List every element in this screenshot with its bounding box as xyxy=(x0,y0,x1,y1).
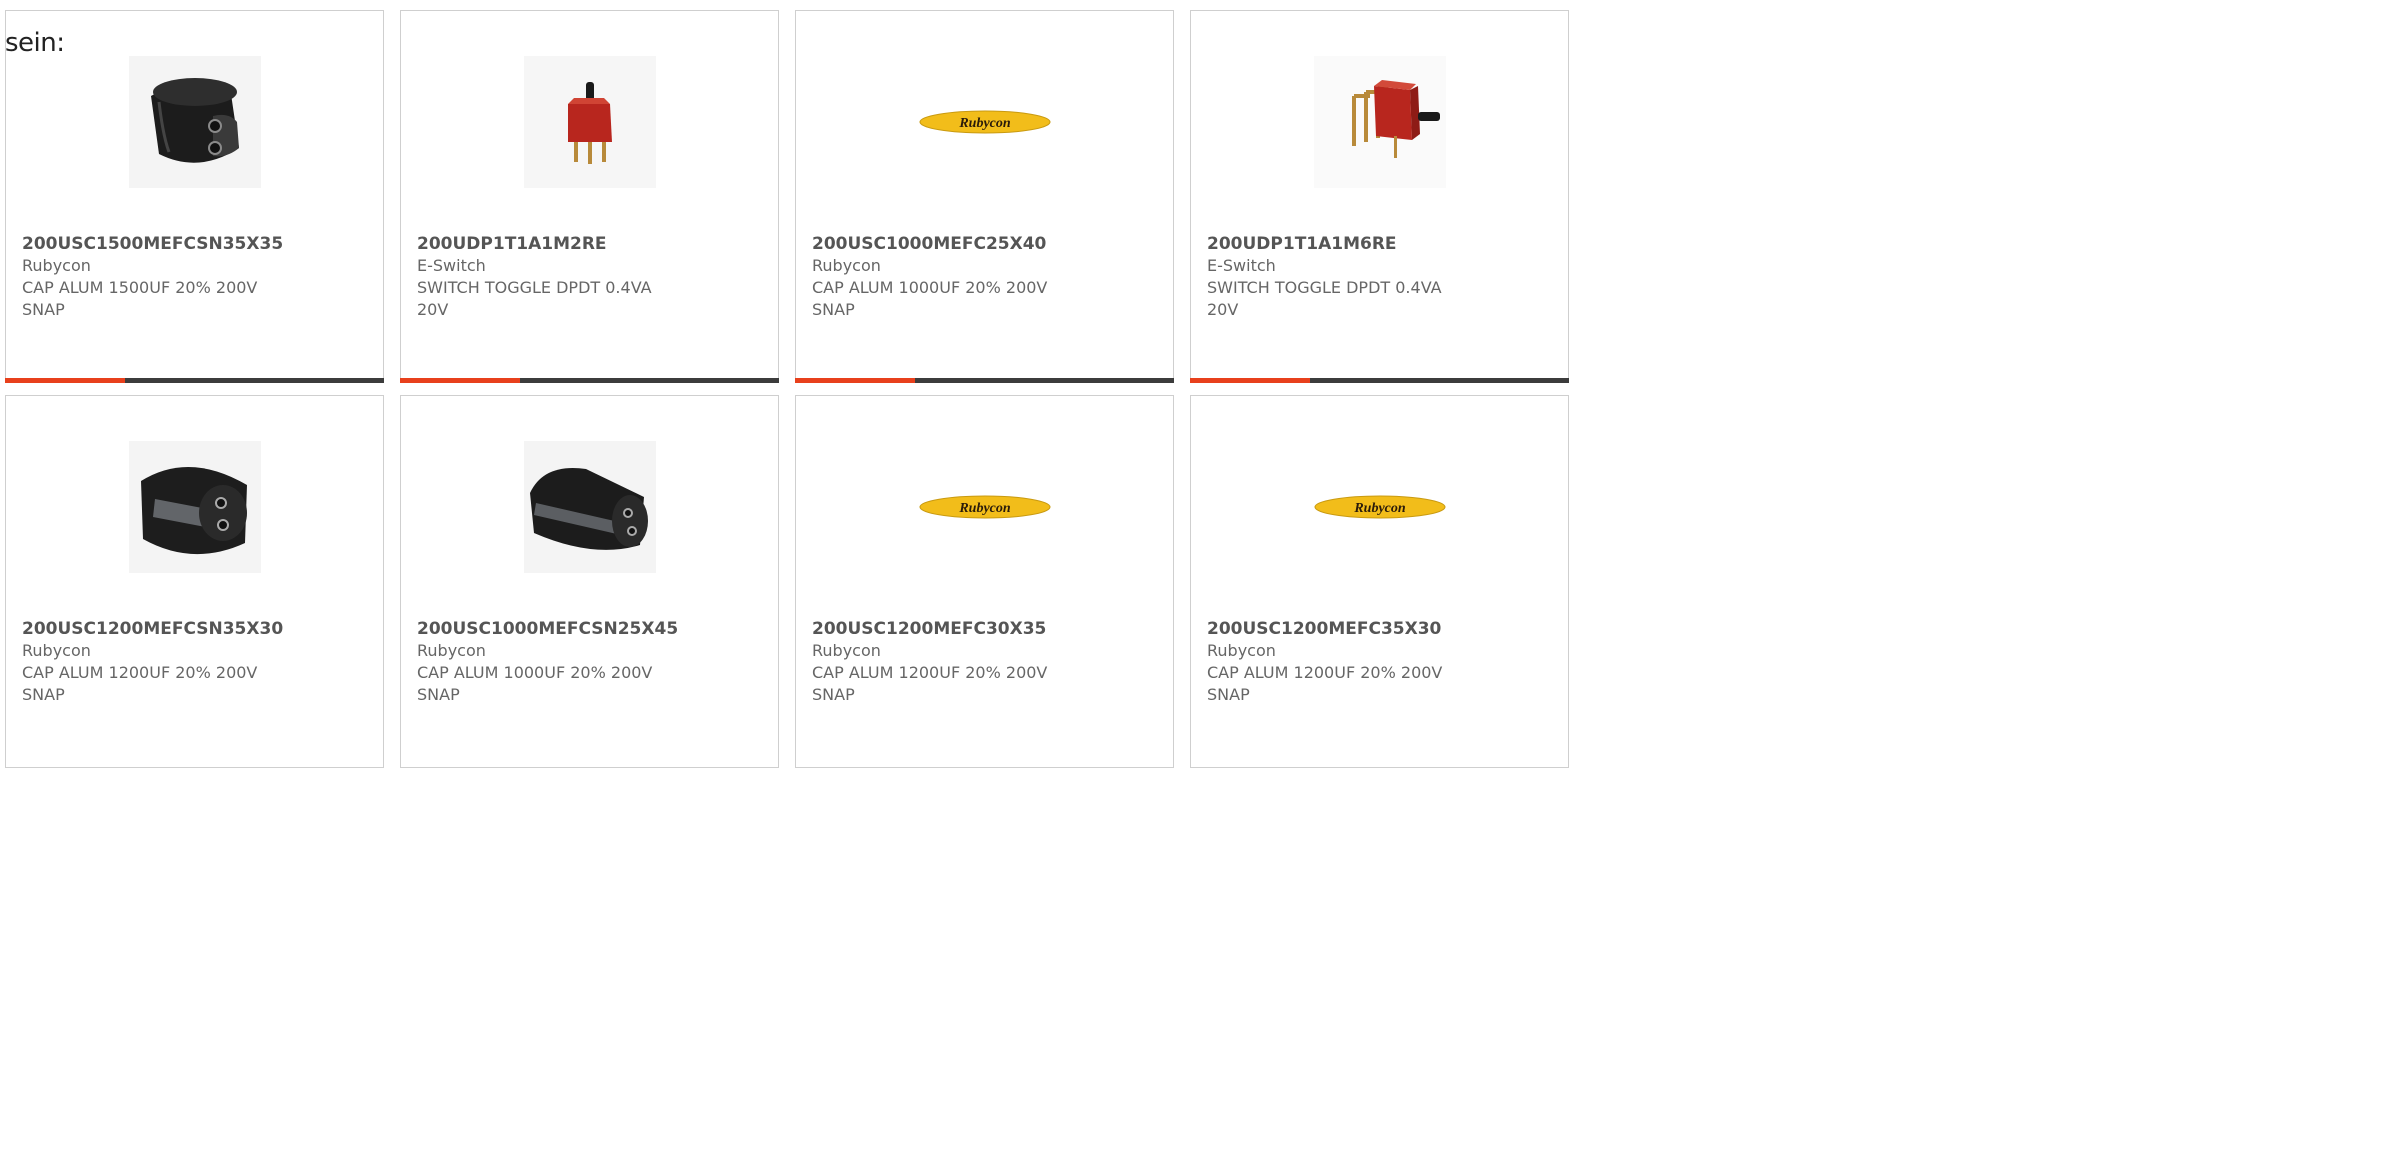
product-image[interactable]: Rubycon xyxy=(919,441,1051,573)
manufacturer: E-Switch xyxy=(417,256,486,275)
part-number[interactable]: 200USC1200MEFCSN35X30 xyxy=(22,618,283,640)
product-image[interactable] xyxy=(128,441,261,573)
product-image[interactable] xyxy=(523,441,656,573)
capacitor-long-icon xyxy=(523,441,656,573)
product-info: 200USC1200MEFC30X35 Rubycon CAP ALUM 120… xyxy=(812,618,1063,706)
manufacturer: E-Switch xyxy=(1207,256,1276,275)
product-info: 200USC1200MEFCSN35X30 Rubycon CAP ALUM 1… xyxy=(22,618,283,706)
product-image[interactable] xyxy=(523,56,656,188)
svg-text:Rubycon: Rubycon xyxy=(958,501,1011,516)
description: CAP ALUM 1200UF 20% 200V SNAP xyxy=(22,663,258,704)
description: SWITCH TOGGLE DPDT 0.4VA 20V xyxy=(1207,278,1442,319)
product-info: 200USC1200MEFC35X30 Rubycon CAP ALUM 120… xyxy=(1207,618,1458,706)
svg-text:Rubycon: Rubycon xyxy=(1353,501,1406,516)
product-card[interactable]: Rubycon 200USC1200MEFC35X30 Rubycon CAP … xyxy=(1190,395,1569,768)
manufacturer: Rubycon xyxy=(417,641,486,660)
part-number[interactable]: 200USC1500MEFCSN35X35 xyxy=(22,233,283,255)
part-number[interactable]: 200USC1200MEFC35X30 xyxy=(1207,618,1458,640)
manufacturer: Rubycon xyxy=(1207,641,1276,660)
rubycon-logo: Rubycon xyxy=(1314,495,1445,519)
product-card[interactable]: 200USC1200MEFCSN35X30 Rubycon CAP ALUM 1… xyxy=(5,395,384,768)
manufacturer: Rubycon xyxy=(812,256,881,275)
product-info: 200UDP1T1A1M6RE E-Switch SWITCH TOGGLE D… xyxy=(1207,233,1458,321)
product-card[interactable]: 200USC1000MEFCSN25X45 Rubycon CAP ALUM 1… xyxy=(400,395,779,768)
product-info: 200UDP1T1A1M2RE E-Switch SWITCH TOGGLE D… xyxy=(417,233,668,321)
capacitor-wide-icon xyxy=(128,441,261,573)
product-image[interactable]: Rubycon xyxy=(1314,441,1446,573)
card-progress-accent xyxy=(1190,378,1310,383)
svg-text:Rubycon: Rubycon xyxy=(958,116,1011,131)
description: CAP ALUM 1500UF 20% 200V SNAP xyxy=(22,278,258,319)
manufacturer: Rubycon xyxy=(22,256,91,275)
card-progress-bar xyxy=(5,378,384,383)
product-card[interactable]: Rubycon 200USC1000MEFC25X40 Rubycon CAP … xyxy=(795,10,1174,383)
part-number[interactable]: 200USC1200MEFC30X35 xyxy=(812,618,1063,640)
part-number[interactable]: 200UDP1T1A1M2RE xyxy=(417,233,668,255)
part-number[interactable]: 200USC1000MEFC25X40 xyxy=(812,233,1063,255)
description: CAP ALUM 1000UF 20% 200V SNAP xyxy=(812,278,1048,319)
product-image[interactable] xyxy=(128,56,261,188)
product-card[interactable]: 200USC1500MEFCSN35X35 Rubycon CAP ALUM 1… xyxy=(5,10,384,383)
manufacturer: Rubycon xyxy=(812,641,881,660)
rubycon-logo: Rubycon xyxy=(919,495,1050,519)
intro-text: sein: xyxy=(5,28,65,58)
rubycon-logo: Rubycon xyxy=(919,110,1050,134)
product-card[interactable]: 200UDP1T1A1M6RE E-Switch SWITCH TOGGLE D… xyxy=(1190,10,1569,383)
card-progress-accent xyxy=(5,378,125,383)
product-image[interactable] xyxy=(1313,56,1446,188)
product-card[interactable]: 200UDP1T1A1M2RE E-Switch SWITCH TOGGLE D… xyxy=(400,10,779,383)
description: CAP ALUM 1200UF 20% 200V SNAP xyxy=(812,663,1048,704)
product-info: 200USC1000MEFCSN25X45 Rubycon CAP ALUM 1… xyxy=(417,618,678,706)
part-number[interactable]: 200USC1000MEFCSN25X45 xyxy=(417,618,678,640)
description: SWITCH TOGGLE DPDT 0.4VA 20V xyxy=(417,278,652,319)
manufacturer: Rubycon xyxy=(22,641,91,660)
card-progress-accent xyxy=(400,378,520,383)
product-info: 200USC1000MEFC25X40 Rubycon CAP ALUM 100… xyxy=(812,233,1063,321)
description: CAP ALUM 1200UF 20% 200V SNAP xyxy=(1207,663,1443,704)
part-number[interactable]: 200UDP1T1A1M6RE xyxy=(1207,233,1458,255)
capacitor-short-icon xyxy=(128,56,261,188)
toggle-switch-vertical-icon xyxy=(523,56,656,188)
product-info: 200USC1500MEFCSN35X35 Rubycon CAP ALUM 1… xyxy=(22,233,283,321)
card-progress-bar xyxy=(795,378,1174,383)
product-image[interactable]: Rubycon xyxy=(919,56,1051,188)
toggle-switch-right-angle-icon xyxy=(1313,56,1446,188)
card-progress-accent xyxy=(795,378,915,383)
product-grid: 200USC1500MEFCSN35X35 Rubycon CAP ALUM 1… xyxy=(5,10,1569,768)
card-progress-bar xyxy=(400,378,779,383)
card-progress-bar xyxy=(1190,378,1569,383)
product-card[interactable]: Rubycon 200USC1200MEFC30X35 Rubycon CAP … xyxy=(795,395,1174,768)
description: CAP ALUM 1000UF 20% 200V SNAP xyxy=(417,663,653,704)
